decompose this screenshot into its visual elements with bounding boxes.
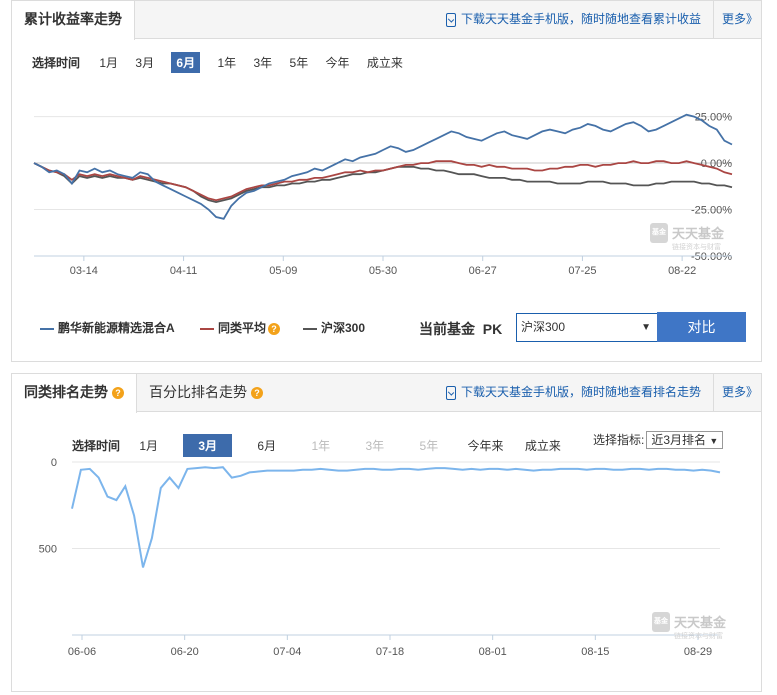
watermark-subtext: 链接资本与财富	[672, 244, 721, 251]
watermark-logo: 基金 天天基金 链接资本与财富	[652, 612, 727, 641]
time-option-ytd[interactable]: 今年	[326, 54, 350, 71]
x-tick-label: 03-14	[70, 265, 98, 277]
time-option-1m[interactable]: 1月	[99, 54, 118, 71]
legend-line-icon	[303, 327, 317, 330]
y-tick-label: 0	[51, 457, 57, 469]
time-range-bar: 选择时间 1月 3月 6月 1年 3年 5年 今年 成立来	[32, 52, 417, 73]
time-option-3y[interactable]: 3年	[253, 54, 272, 71]
time-option-6m[interactable]: 6月	[171, 52, 201, 73]
x-tick-label: 08-22	[668, 265, 696, 277]
watermark-badge: 基金	[650, 223, 668, 243]
legend-item-peer-average[interactable]: 同类平均?	[200, 319, 281, 336]
time-option-3m[interactable]: 3月	[135, 54, 154, 71]
y-tick-label: 25.00%	[695, 112, 733, 124]
more-link[interactable]: 更多》	[722, 374, 758, 412]
help-icon[interactable]: ?	[268, 322, 281, 335]
x-tick-label: 04-11	[170, 265, 197, 277]
time-option-5y[interactable]: 5年	[290, 54, 309, 71]
tab-label: 同类排名走势	[24, 384, 108, 400]
tab-label: 累计收益率走势	[24, 11, 122, 27]
x-tick-label: 05-09	[269, 265, 297, 277]
time-range-label: 选择时间	[32, 56, 81, 70]
legend-label: 同类平均	[218, 321, 267, 335]
x-tick-label: 08-15	[581, 646, 609, 658]
x-tick-label: 05-30	[369, 265, 397, 277]
pk-text: PK	[482, 321, 503, 337]
indicator-select[interactable]: 近3月排名 ▼	[646, 431, 724, 449]
y-tick-label: 500	[39, 544, 57, 556]
legend-label: 鹏华新能源精选混合A	[58, 321, 175, 335]
legend-item-fund[interactable]: 鹏华新能源精选混合A	[40, 319, 175, 336]
time-option-since-inception[interactable]: 成立来	[367, 54, 403, 71]
cumulative-return-chart: 25.00%0.00%-25.00%-50.00%03-14 04-11 05-09…	[33, 112, 733, 277]
legend-line-icon	[40, 327, 54, 330]
series-line	[33, 113, 733, 220]
watermark-logo: 基金 天天基金 链接资本与财富	[650, 223, 725, 252]
x-tick-label: 06-27	[469, 265, 497, 277]
pk-label: 当前基金 PK	[419, 319, 502, 339]
tab-cumulative-return[interactable]: 累计收益率走势	[12, 1, 135, 40]
x-tick-label: 08-29	[684, 646, 712, 658]
rank-series-line	[71, 466, 721, 568]
tab-label: 百分比排名走势	[149, 384, 247, 400]
x-tick-label: 07-18	[376, 646, 404, 658]
panel-header: 累计收益率走势 下载天天基金手机版，随时随地查看累计收益 更多》	[12, 1, 761, 40]
time-option-1y[interactable]: 1年	[217, 54, 236, 71]
watermark-subtext: 链接资本与财富	[674, 633, 723, 640]
x-tick-label: 07-04	[273, 646, 301, 658]
download-app-link[interactable]: 下载天天基金手机版，随时随地查看排名走势	[446, 374, 715, 412]
x-tick-label: 06-06	[68, 646, 96, 658]
y-tick-label: -25.00%	[691, 205, 732, 217]
download-text: 下载天天基金手机版，随时随地查看排名走势	[461, 385, 702, 399]
phone-icon	[446, 385, 456, 400]
rank-trend-panel: 同类排名走势? 百分比排名走势? 下载天天基金手机版，随时随地查看排名走势 更多…	[11, 373, 762, 692]
download-app-link[interactable]: 下载天天基金手机版，随时随地查看累计收益	[446, 1, 715, 39]
indicator-label: 选择指标:	[593, 433, 645, 447]
series-line	[33, 162, 733, 204]
tab-percentile-rank[interactable]: 百分比排名走势?	[137, 374, 275, 412]
legend-line-icon	[200, 327, 214, 330]
indicator-value: 近3月排名	[651, 433, 707, 447]
legend-label: 沪深300	[321, 321, 366, 335]
y-tick-label: -50.00%	[691, 251, 732, 263]
indicator-selector: 选择指标: 近3月排名 ▼	[593, 431, 724, 449]
download-text: 下载天天基金手机版，随时随地查看累计收益	[461, 12, 702, 26]
watermark-badge: 基金	[652, 612, 670, 632]
watermark-text: 天天基金	[672, 226, 725, 241]
pk-benchmark-select[interactable]: 沪深300 ▼	[516, 313, 658, 342]
x-tick-label: 08-01	[479, 646, 507, 658]
dropdown-arrow-icon: ▼	[641, 322, 651, 333]
select-value: 沪深300	[521, 320, 566, 334]
current-fund-label: 当前基金	[419, 321, 475, 337]
panel-header: 同类排名走势? 百分比排名走势? 下载天天基金手机版，随时随地查看排名走势 更多…	[12, 374, 761, 413]
x-tick-label: 06-20	[171, 646, 199, 658]
peer-rank-chart: 0 500 06-06 06-20 07-04 07-18 08-01 08-15 08-29	[39, 457, 721, 658]
dropdown-arrow-icon: ▼	[709, 436, 719, 446]
compare-button[interactable]: 对比	[657, 312, 746, 342]
phone-icon	[446, 12, 456, 27]
x-tick-label: 07-25	[568, 265, 596, 277]
more-link[interactable]: 更多》	[722, 1, 758, 39]
legend-item-csi300[interactable]: 沪深300	[303, 319, 365, 336]
return-trend-panel: 累计收益率走势 下载天天基金手机版，随时随地查看累计收益 更多》 选择时间 1月…	[11, 0, 762, 362]
series-line	[33, 160, 733, 202]
tab-peer-rank[interactable]: 同类排名走势?	[12, 374, 137, 413]
help-icon[interactable]: ?	[112, 387, 124, 400]
help-icon[interactable]: ?	[251, 387, 263, 400]
watermark-text: 天天基金	[674, 615, 727, 630]
